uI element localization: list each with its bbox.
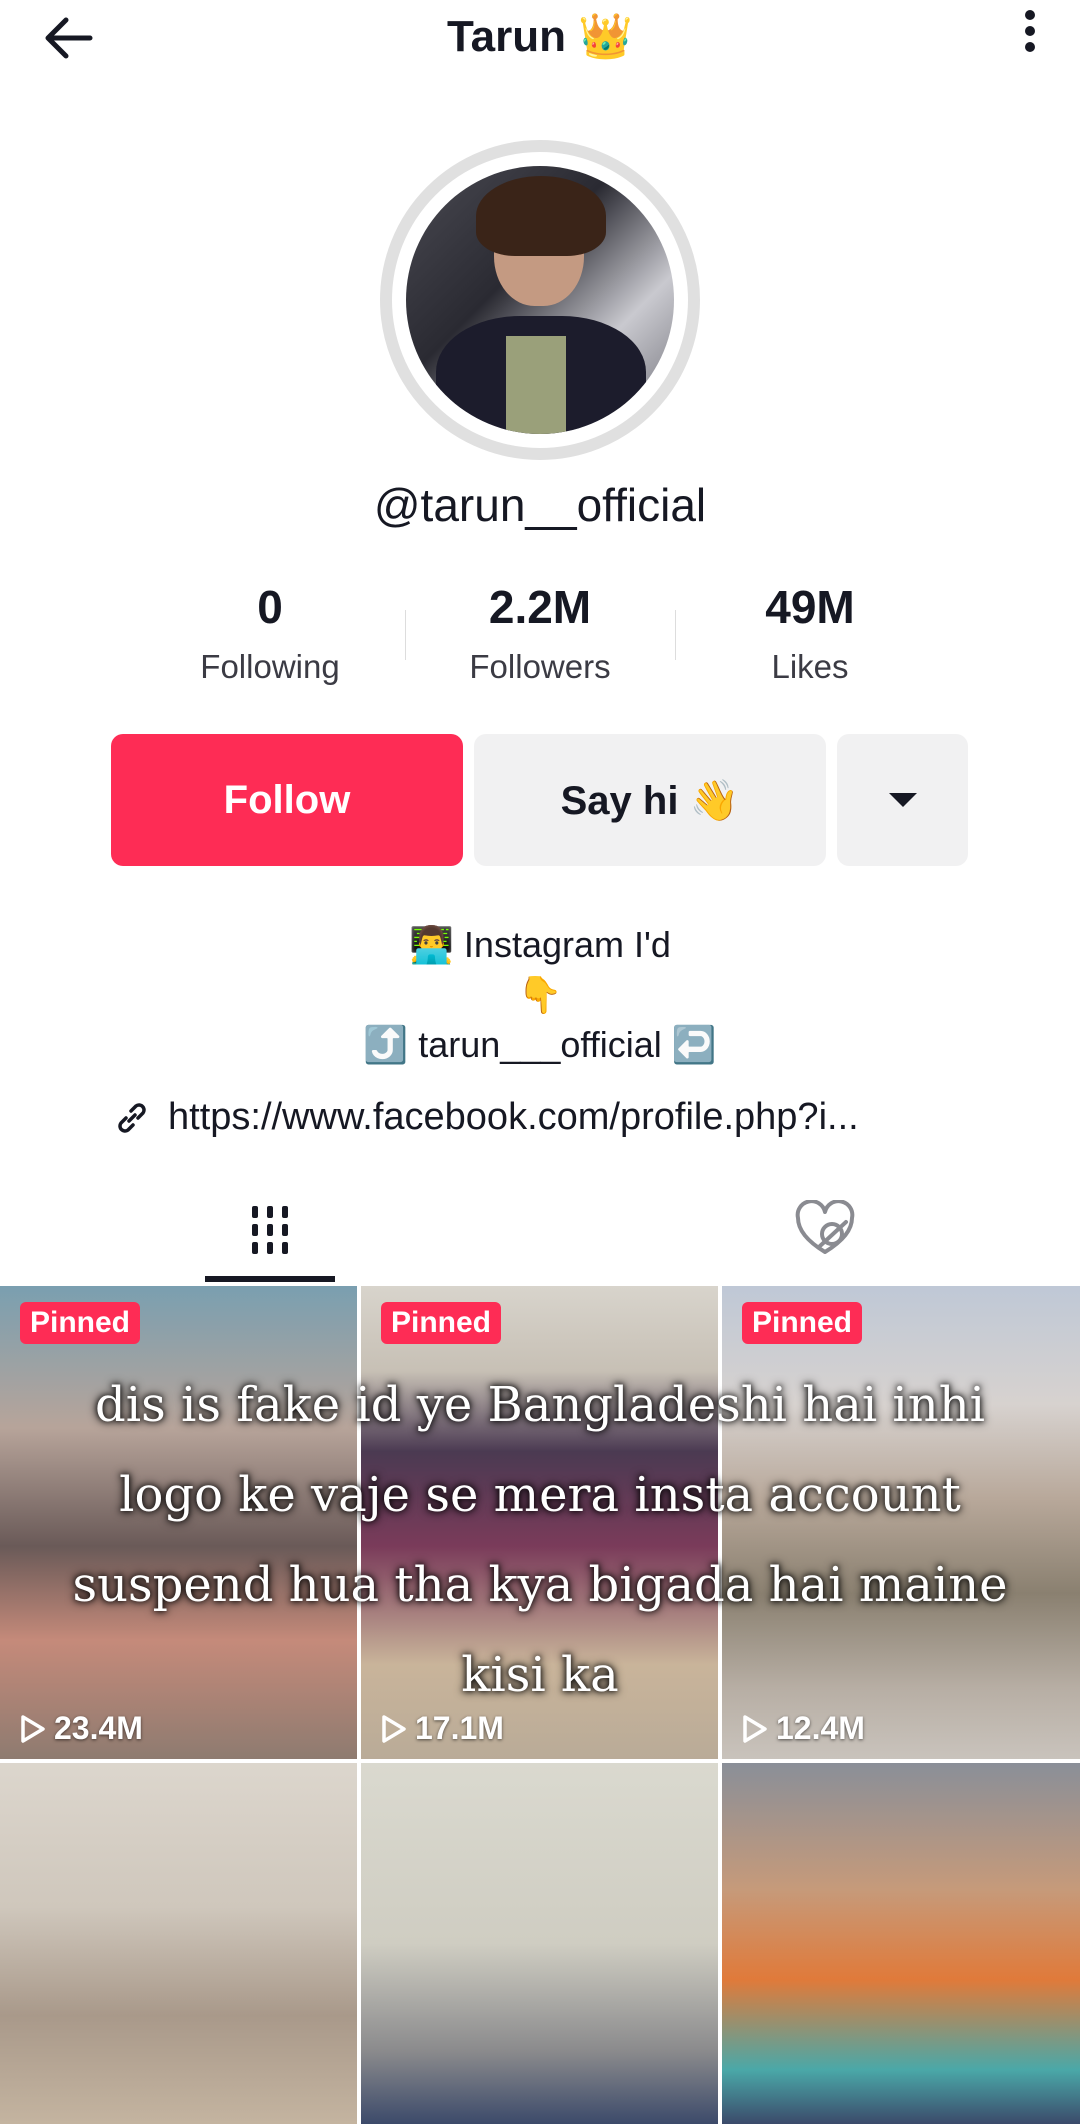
stat-value: 2.2M — [488, 581, 592, 633]
active-tab-indicator — [205, 1276, 335, 1282]
say-hi-button[interactable]: Say hi 👋 — [474, 734, 826, 866]
avatar-ring[interactable] — [380, 140, 700, 460]
bio-line: ⤴️ tarun___official ↩️ — [363, 1024, 717, 1065]
stat-value: 49M — [765, 581, 855, 633]
bio-link[interactable]: https://www.facebook.com/profile.php?i..… — [112, 1096, 859, 1139]
overlay-caption: dis is fake id ye Bangladeshi hai inhi l… — [72, 1377, 1008, 1703]
divider — [675, 610, 676, 660]
profile-stats: 0 Following 2.2M Followers 49M Likes — [0, 580, 1080, 700]
follow-button[interactable]: Follow — [111, 734, 463, 866]
grid-icon — [252, 1206, 288, 1254]
dot-icon — [1025, 10, 1035, 20]
stat-label: Following — [200, 648, 340, 685]
bio-line: 👇 — [517, 974, 563, 1015]
stat-label: Followers — [469, 648, 611, 685]
tab-videos[interactable] — [205, 1180, 335, 1280]
video-tile[interactable] — [722, 1763, 1080, 2124]
username: @tarun__official — [373, 479, 707, 531]
pinned-badge: Pinned — [381, 1302, 502, 1344]
more-options-button[interactable] — [1010, 4, 1050, 64]
top-bar: Tarun 👑 — [0, 0, 1080, 80]
stat-following[interactable]: 0 Following — [150, 580, 390, 686]
stat-likes[interactable]: 49M Likes — [690, 580, 930, 686]
tab-liked[interactable] — [760, 1180, 890, 1280]
bio-link-text: https://www.facebook.com/profile.php?i..… — [168, 1096, 859, 1138]
stat-label: Likes — [771, 648, 849, 685]
caret-down-icon — [888, 793, 917, 807]
pinned-badge: Pinned — [20, 1302, 141, 1344]
page-title: Tarun 👑 — [447, 12, 633, 61]
link-icon — [118, 1102, 146, 1133]
pinned-badge: Pinned — [742, 1302, 863, 1344]
dot-icon — [1025, 42, 1035, 52]
video-tile[interactable] — [361, 1763, 718, 2124]
divider — [405, 610, 406, 660]
hidden-heart-icon — [795, 1200, 855, 1254]
video-tile[interactable] — [0, 1763, 357, 2124]
dot-icon — [1025, 26, 1035, 36]
stat-value: 0 — [257, 581, 283, 633]
suggested-accounts-button[interactable] — [837, 734, 968, 866]
bio-line: 👨‍💻 Instagram I'd — [409, 924, 671, 965]
stat-followers[interactable]: 2.2M Followers — [420, 580, 660, 686]
avatar — [406, 166, 674, 434]
